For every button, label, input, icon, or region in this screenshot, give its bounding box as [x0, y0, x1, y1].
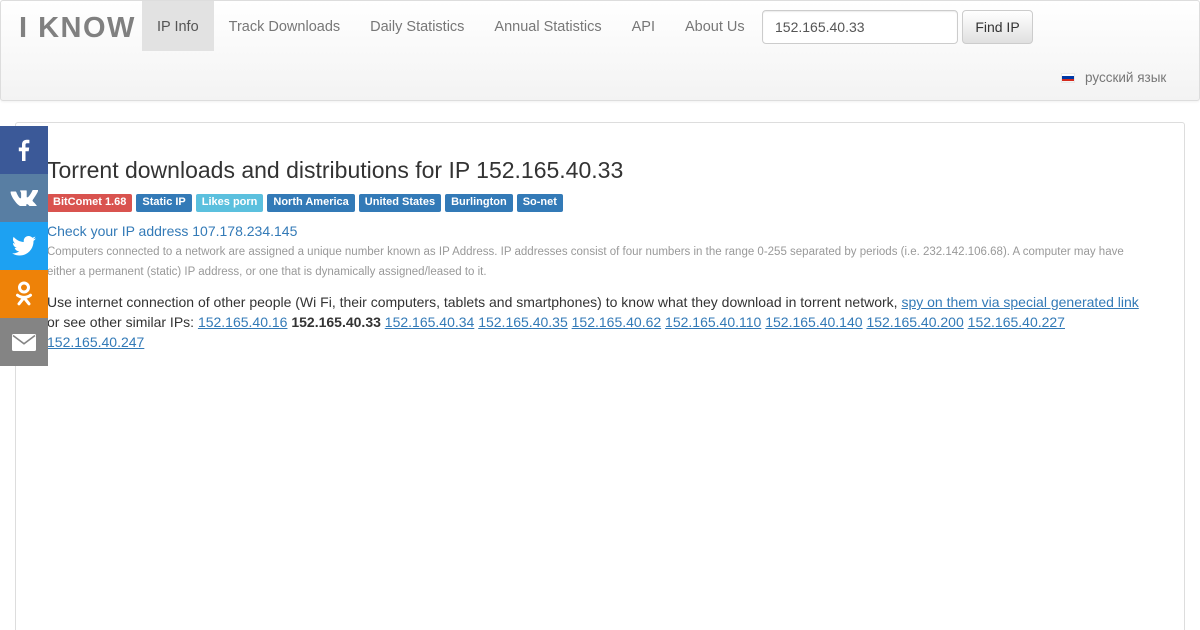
similar-ip-link[interactable]: 152.165.40.35: [478, 314, 568, 330]
similar-ip-link[interactable]: 152.165.40.34: [385, 314, 475, 330]
language-switcher[interactable]: русский язык: [1061, 70, 1166, 85]
tag-content-preference: Likes porn: [195, 194, 264, 212]
top-navbar: I KNOW IP Info Track Downloads Daily Sta…: [0, 0, 1200, 101]
ip-search-input[interactable]: [762, 10, 958, 44]
facebook-share-button[interactable]: [0, 126, 48, 174]
similar-ip-link[interactable]: 152.165.40.200: [866, 314, 963, 330]
social-share-bar: [0, 126, 48, 366]
facebook-icon: [18, 139, 30, 161]
tag-country: United States: [358, 194, 442, 212]
twitter-share-button[interactable]: [0, 222, 48, 270]
similar-ip-link[interactable]: 152.165.40.247: [47, 334, 144, 350]
similar-ips-paragraph: Use internet connection of other people …: [47, 292, 1142, 352]
current-ip: 152.165.40.33: [291, 314, 381, 330]
ip-address-help-text: Computers connected to a network are ass…: [47, 246, 1124, 278]
main-nav: IP Info Track Downloads Daily Statistics…: [142, 1, 760, 51]
flag-stripe: [1062, 78, 1074, 82]
ip-info-content: Torrent downloads and distributions for …: [47, 155, 1147, 352]
vk-share-button[interactable]: [0, 174, 48, 222]
similar-ips-intro-text: or see other similar IPs:: [47, 314, 198, 330]
tag-city: Burlington: [445, 194, 513, 212]
tag-ip-type: Static IP: [136, 194, 192, 212]
odnoklassniki-share-button[interactable]: [0, 270, 48, 318]
similar-ip-link[interactable]: 152.165.40.227: [968, 314, 1065, 330]
nav-item-ip-info[interactable]: IP Info: [142, 1, 214, 51]
brand-logo[interactable]: I KNOW: [19, 12, 136, 44]
page-title: Torrent downloads and distributions for …: [47, 157, 624, 183]
russian-flag-icon: [1061, 72, 1075, 83]
nav-item-annual-statistics[interactable]: Annual Statistics: [479, 1, 616, 51]
language-label: русский язык: [1085, 70, 1167, 85]
ip-tags: BitComet 1.68 Static IP Likes porn North…: [47, 194, 1147, 212]
similar-ip-link[interactable]: 152.165.40.110: [665, 314, 761, 330]
vk-icon: [10, 190, 38, 206]
spy-intro-text: Use internet connection of other people …: [47, 294, 902, 310]
nav-item-about-us[interactable]: About Us: [670, 1, 760, 51]
tag-continent: North America: [267, 194, 355, 212]
check-your-ip-link[interactable]: Check your IP address 107.178.234.145: [47, 222, 1147, 240]
nav-item-api[interactable]: API: [617, 1, 670, 51]
twitter-icon: [12, 236, 36, 256]
odnoklassniki-icon: [16, 281, 32, 306]
tag-isp: So-net: [516, 194, 563, 212]
find-ip-button[interactable]: Find IP: [962, 10, 1033, 44]
similar-ip-link[interactable]: 152.165.40.140: [765, 314, 862, 330]
similar-ip-link[interactable]: 152.165.40.62: [572, 314, 662, 330]
tag-client: BitComet 1.68: [47, 194, 133, 212]
spy-link[interactable]: spy on them via special generated link: [901, 294, 1138, 310]
similar-ip-link[interactable]: 152.165.40.16: [198, 314, 288, 330]
email-icon: [12, 333, 36, 351]
nav-item-track-downloads[interactable]: Track Downloads: [214, 1, 355, 51]
nav-item-daily-statistics[interactable]: Daily Statistics: [355, 1, 479, 51]
email-share-button[interactable]: [0, 318, 48, 366]
